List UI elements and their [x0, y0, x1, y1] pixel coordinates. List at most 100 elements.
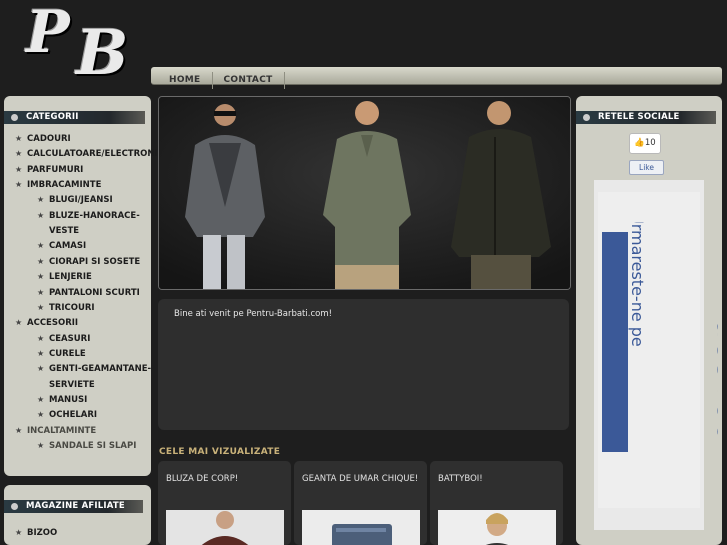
category-item-curele[interactable]: ★ CURELE — [37, 348, 86, 359]
affiliate-label: BIZOO — [27, 528, 58, 538]
facebook-like-button[interactable]: Like — [629, 160, 664, 175]
category-label: ACCESORII — [27, 318, 79, 329]
category-item-bluze-hanorace[interactable]: ★ BLUZE-HANORACE- — [37, 210, 140, 221]
like-count-box: 👍10 — [629, 133, 661, 154]
category-item-tricouri[interactable]: ★ TRICOURI — [37, 303, 95, 313]
most-viewed-title: CELE MAI VIZUALIZATE — [159, 447, 281, 457]
star-icon: ★ — [37, 272, 45, 282]
site-logo[interactable]: P B — [22, 0, 134, 90]
product-card-1[interactable]: BLUZA DE CORP! — [158, 461, 291, 545]
like-count: 10 — [644, 138, 656, 148]
nav-home-link[interactable]: HOME — [151, 72, 213, 89]
category-item-manusi[interactable]: ★ MANUSI — [37, 394, 88, 405]
product-image[interactable] — [302, 510, 420, 545]
category-item-genti-geamantane[interactable]: ★ GENTI-GEAMANTANE- — [37, 364, 151, 374]
star-icon: ★ — [37, 410, 45, 420]
category-item-veste[interactable]: VESTE — [49, 226, 79, 236]
category-label: INCALTAMINTE — [27, 425, 97, 436]
categories-panel: CATEGORII ★ CADOURI ★ CALCULATOARE/ELECTRON… — [4, 96, 170, 476]
category-item-parfumuri[interactable]: ★ PARFUMURI — [15, 164, 84, 175]
star-icon: ★ — [15, 134, 23, 143]
welcome-text: Bine ati venit pe Pentru-Barbati.com! — [174, 309, 333, 319]
star-icon: ★ — [37, 441, 45, 450]
facebook-banner-inner: Urmareste-ne pe Facebook — [598, 192, 718, 508]
hero-banner — [158, 96, 571, 290]
product-image[interactable] — [438, 510, 556, 545]
bullet-icon — [11, 503, 18, 510]
star-icon: ★ — [15, 425, 23, 435]
category-label: PARFUMURI — [27, 164, 84, 175]
product-card-3[interactable]: BATTYBOI! — [430, 461, 563, 545]
affiliates-header: MAGAZINE AFILIATE — [4, 500, 143, 513]
category-label: CADOURI — [27, 134, 71, 144]
category-label: CIORAPI SI SOSETE — [49, 256, 141, 267]
category-item-imbracaminte[interactable]: ★ IMBRACAMINTE — [15, 180, 102, 191]
star-icon: ★ — [37, 195, 45, 205]
facebook-follow-banner[interactable]: Urmareste-ne pe Facebook — [594, 180, 718, 530]
category-label: MANUSI — [49, 394, 88, 405]
bullet-icon — [583, 114, 590, 121]
category-label: OCHELARI — [49, 410, 98, 421]
star-icon: ★ — [37, 210, 45, 220]
product-card-2[interactable]: GEANTA DE UMAR CHIQUE! — [294, 461, 427, 545]
social-header: RETELE SOCIALE — [576, 111, 716, 124]
affiliates-panel: MAGAZINE AFILIATE ★ BIZOO — [4, 485, 151, 545]
category-item-ciorapi-si-sosete[interactable]: ★ CIORAPI SI SOSETE — [37, 256, 141, 267]
star-icon: ★ — [15, 164, 23, 174]
category-item-blugi-jeansi[interactable]: ★ BLUGI/JEANSI — [37, 195, 113, 206]
category-label: CALCULATOARE/ELECTRONICE — [27, 149, 170, 160]
product-title[interactable]: GEANTA DE UMAR CHIQUE! — [302, 474, 418, 484]
category-item-ceasuri[interactable]: ★ CEASURI — [37, 334, 90, 344]
affiliates-title: MAGAZINE AFILIATE — [26, 501, 125, 511]
product-title[interactable]: BLUZA DE CORP! — [166, 474, 238, 484]
category-item-sandale-si-slapi[interactable]: ★ SANDALE SI SLAPI — [37, 441, 136, 451]
category-item-camasi[interactable]: ★ CAMASI — [37, 241, 87, 252]
affiliate-link-bizoo[interactable]: ★ BIZOO — [15, 528, 58, 538]
facebook-vertical-text: Urmareste-ne pe Facebook — [628, 222, 718, 462]
category-label: IMBRACAMINTE — [27, 180, 102, 191]
category-label: VESTE — [49, 226, 80, 237]
star-icon: ★ — [15, 318, 23, 328]
category-item-incaltaminte[interactable]: ★ INCALTAMINTE — [15, 425, 97, 436]
star-icon: ★ — [15, 180, 23, 190]
star-icon: ★ — [37, 256, 45, 266]
product-image[interactable] — [166, 510, 284, 545]
star-icon: ★ — [15, 528, 23, 537]
category-label: CURELE — [49, 348, 86, 359]
product-photo-person — [438, 510, 556, 545]
category-item-calculatoare-electronice[interactable]: ★ CALCULATOARE/ELECTRONICE — [15, 149, 170, 160]
star-icon: ★ — [37, 287, 45, 297]
social-panel: RETELE SOCIALE 👍10 Like Urmareste-ne pe … — [576, 96, 722, 545]
star-icon: ★ — [37, 394, 45, 404]
category-label: SERVIETE — [49, 379, 95, 390]
nav-contact-link[interactable]: CONTACT — [213, 72, 285, 89]
star-icon: ★ — [37, 241, 45, 251]
star-icon: ★ — [15, 149, 23, 159]
hero-models-image — [159, 97, 570, 289]
category-label: PANTALONI SCURTI — [49, 287, 140, 298]
social-title: RETELE SOCIALE — [598, 112, 680, 122]
category-label: CAMASI — [49, 241, 87, 252]
logo-letter-p: P — [26, 0, 70, 66]
category-label: BLUZE-HANORACE- — [49, 210, 140, 221]
like-label: Like — [639, 163, 654, 172]
bullet-icon — [11, 114, 18, 121]
thumbs-up-icon: 👍 — [634, 138, 645, 148]
categories-title: CATEGORII — [26, 112, 79, 122]
category-item-pantaloni-scurti[interactable]: ★ PANTALONI SCURTI — [37, 287, 140, 298]
category-item-serviete[interactable]: SERVIETE — [49, 380, 95, 390]
product-photo-sweater — [166, 510, 284, 545]
facebook-blue-strip — [602, 232, 628, 452]
category-item-ochelari[interactable]: ★ OCHELARI — [37, 410, 98, 421]
product-title[interactable]: BATTYBOI! — [438, 474, 483, 484]
fb-brand-text: Facebook — [709, 302, 718, 462]
welcome-box: Bine ati venit pe Pentru-Barbati.com! — [158, 299, 569, 430]
category-item-cadouri[interactable]: ★ CADOURI — [15, 134, 71, 144]
fb-top-text: Urmareste-ne pe — [628, 222, 647, 347]
category-label: BLUGI/JEANSI — [49, 195, 113, 206]
categories-header: CATEGORII — [4, 111, 145, 124]
category-item-accesorii[interactable]: ★ ACCESORII — [15, 318, 79, 329]
star-icon: ★ — [37, 333, 45, 343]
top-navigation: HOME CONTACT — [151, 67, 722, 89]
category-item-lenjerie[interactable]: ★ LENJERIE — [37, 272, 92, 282]
